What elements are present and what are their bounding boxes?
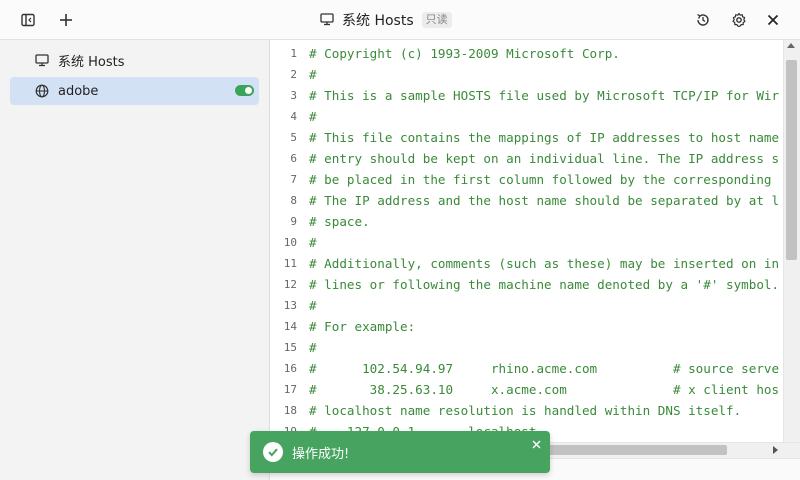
line-number: 3	[290, 89, 297, 102]
line-number: 4	[290, 110, 297, 123]
code-text[interactable]: #	[309, 106, 317, 127]
code-text[interactable]: # The IP address and the host name shoul…	[309, 190, 779, 211]
code-line: 6 # entry should be kept on an individual…	[271, 148, 800, 169]
code-line: 3 # This is a sample HOSTS file used by M…	[271, 85, 800, 106]
check-circle-icon	[263, 442, 283, 462]
code-line: 9 # space.	[271, 211, 800, 232]
code-line: 14 # For example:	[271, 316, 800, 337]
code-line: 11 # Additionally, comments (such as thes…	[271, 253, 800, 274]
success-toast: 操作成功!	[250, 431, 550, 473]
code-text[interactable]: # entry should be kept on an individual …	[309, 148, 779, 169]
code-line: 13 #	[271, 295, 800, 316]
code-line: 4 #	[271, 106, 800, 127]
sidebar: 系统 Hosts adobe	[0, 40, 270, 480]
sidebar-item-label: adobe	[58, 83, 99, 99]
code-line: 16 # 102.54.94.97 rhino.acme.com # source…	[271, 358, 800, 379]
title-bar: 系统 Hosts 只读	[0, 0, 800, 40]
line-number: 1	[290, 47, 297, 60]
monitor-icon	[320, 11, 334, 30]
code-text[interactable]: # localhost name resolution is handled w…	[309, 400, 741, 421]
close-icon	[767, 14, 779, 26]
vertical-scroll-thumb[interactable]	[786, 60, 797, 260]
scroll-up-arrow-icon[interactable]	[787, 43, 795, 48]
hosts-editor[interactable]: 1 # Copyright (c) 1993-2009 Microsoft Cor…	[271, 40, 800, 442]
code-line: 5 # This file contains the mappings of IP…	[271, 127, 800, 148]
sidebar-item-adobe[interactable]: adobe	[10, 77, 259, 105]
code-line: 2 #	[271, 64, 800, 85]
code-text[interactable]: # 38.25.63.10 x.acme.com # x client hos	[309, 379, 779, 400]
history-button[interactable]	[691, 8, 715, 32]
line-number: 7	[290, 173, 297, 186]
line-number: 13	[283, 299, 297, 312]
code-text[interactable]: # This is a sample HOSTS file used by Mi…	[309, 85, 779, 106]
plus-icon	[60, 14, 72, 26]
code-line: 18 # localhost name resolution is handled…	[271, 400, 800, 421]
toast-close-icon[interactable]	[530, 438, 542, 450]
code-text[interactable]: #	[309, 295, 317, 316]
code-line: 7 # be placed in the first column followe…	[271, 169, 800, 190]
window-title: 系统 Hosts	[342, 13, 414, 29]
code-line: 1 # Copyright (c) 1993-2009 Microsoft Cor…	[271, 43, 800, 64]
code-text[interactable]: # space.	[309, 211, 370, 232]
code-line: 12 # lines or following the machine name …	[271, 274, 800, 295]
code-line: 8 # The IP address and the host name shou…	[271, 190, 800, 211]
code-text[interactable]: #	[309, 337, 317, 358]
line-number: 6	[290, 152, 297, 165]
globe-icon	[34, 83, 50, 99]
line-number: 18	[283, 404, 297, 417]
code-text[interactable]: # be placed in the first column followed…	[309, 169, 779, 190]
toast-message: 操作成功!	[292, 446, 350, 462]
line-number: 11	[283, 257, 297, 270]
scroll-right-arrow-icon[interactable]	[773, 446, 778, 454]
code-text[interactable]: # 102.54.94.97 rhino.acme.com # source s…	[309, 358, 779, 379]
code-line: 15 #	[271, 337, 800, 358]
line-number: 8	[290, 194, 297, 207]
monitor-icon	[34, 52, 50, 68]
code-text[interactable]: # lines or following the machine name de…	[309, 274, 779, 295]
line-number: 5	[290, 131, 297, 144]
line-number: 12	[283, 278, 297, 291]
code-line: 10 #	[271, 232, 800, 253]
code-text[interactable]: #	[309, 64, 317, 85]
readonly-badge: 只读	[421, 12, 452, 28]
close-button[interactable]	[761, 8, 785, 32]
horizontal-scroll-thumb[interactable]	[540, 445, 727, 455]
line-number: 14	[283, 320, 297, 333]
enable-toggle[interactable]	[235, 85, 254, 96]
settings-button[interactable]	[727, 8, 751, 32]
line-number: 15	[283, 341, 297, 354]
sidebar-item-system-hosts[interactable]: 系统 Hosts	[10, 46, 259, 74]
sidebar-item-label: 系统 Hosts	[58, 54, 125, 70]
code-text[interactable]: # For example:	[309, 316, 415, 337]
line-number: 17	[283, 383, 297, 396]
line-number: 9	[290, 215, 297, 228]
code-text[interactable]: # Additionally, comments (such as these)…	[309, 253, 779, 274]
code-text[interactable]: # Copyright (c) 1993-2009 Microsoft Corp…	[309, 43, 620, 64]
add-hosts-button[interactable]	[54, 8, 78, 32]
window-title-group: 系统 Hosts 只读	[320, 8, 452, 32]
sidebar-toggle-icon[interactable]	[16, 8, 40, 32]
line-number: 16	[283, 362, 297, 375]
code-line: 17 # 38.25.63.10 x.acme.com # x client ho…	[271, 379, 800, 400]
line-number: 2	[290, 68, 297, 81]
line-number: 10	[283, 236, 297, 249]
code-text[interactable]: # This file contains the mappings of IP …	[309, 127, 779, 148]
code-text[interactable]: #	[309, 232, 317, 253]
gear-icon	[732, 12, 746, 27]
history-icon	[697, 13, 709, 26]
